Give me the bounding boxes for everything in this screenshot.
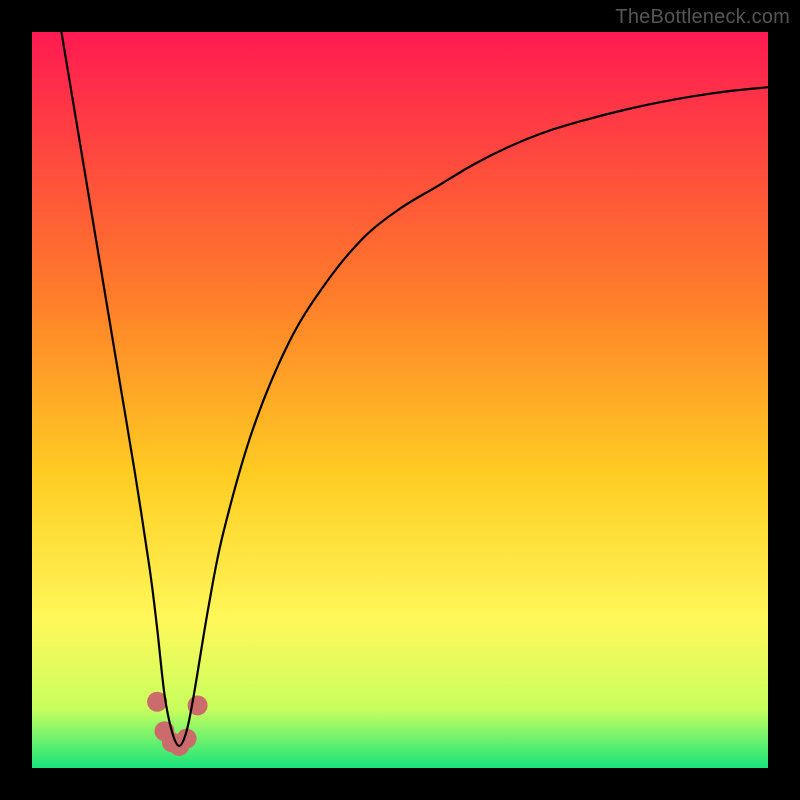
chart-background [32, 32, 768, 768]
chart-frame: TheBottleneck.com [0, 0, 800, 800]
watermark-label: TheBottleneck.com [615, 6, 790, 29]
plot-area [32, 32, 768, 768]
chart-svg [32, 32, 768, 768]
